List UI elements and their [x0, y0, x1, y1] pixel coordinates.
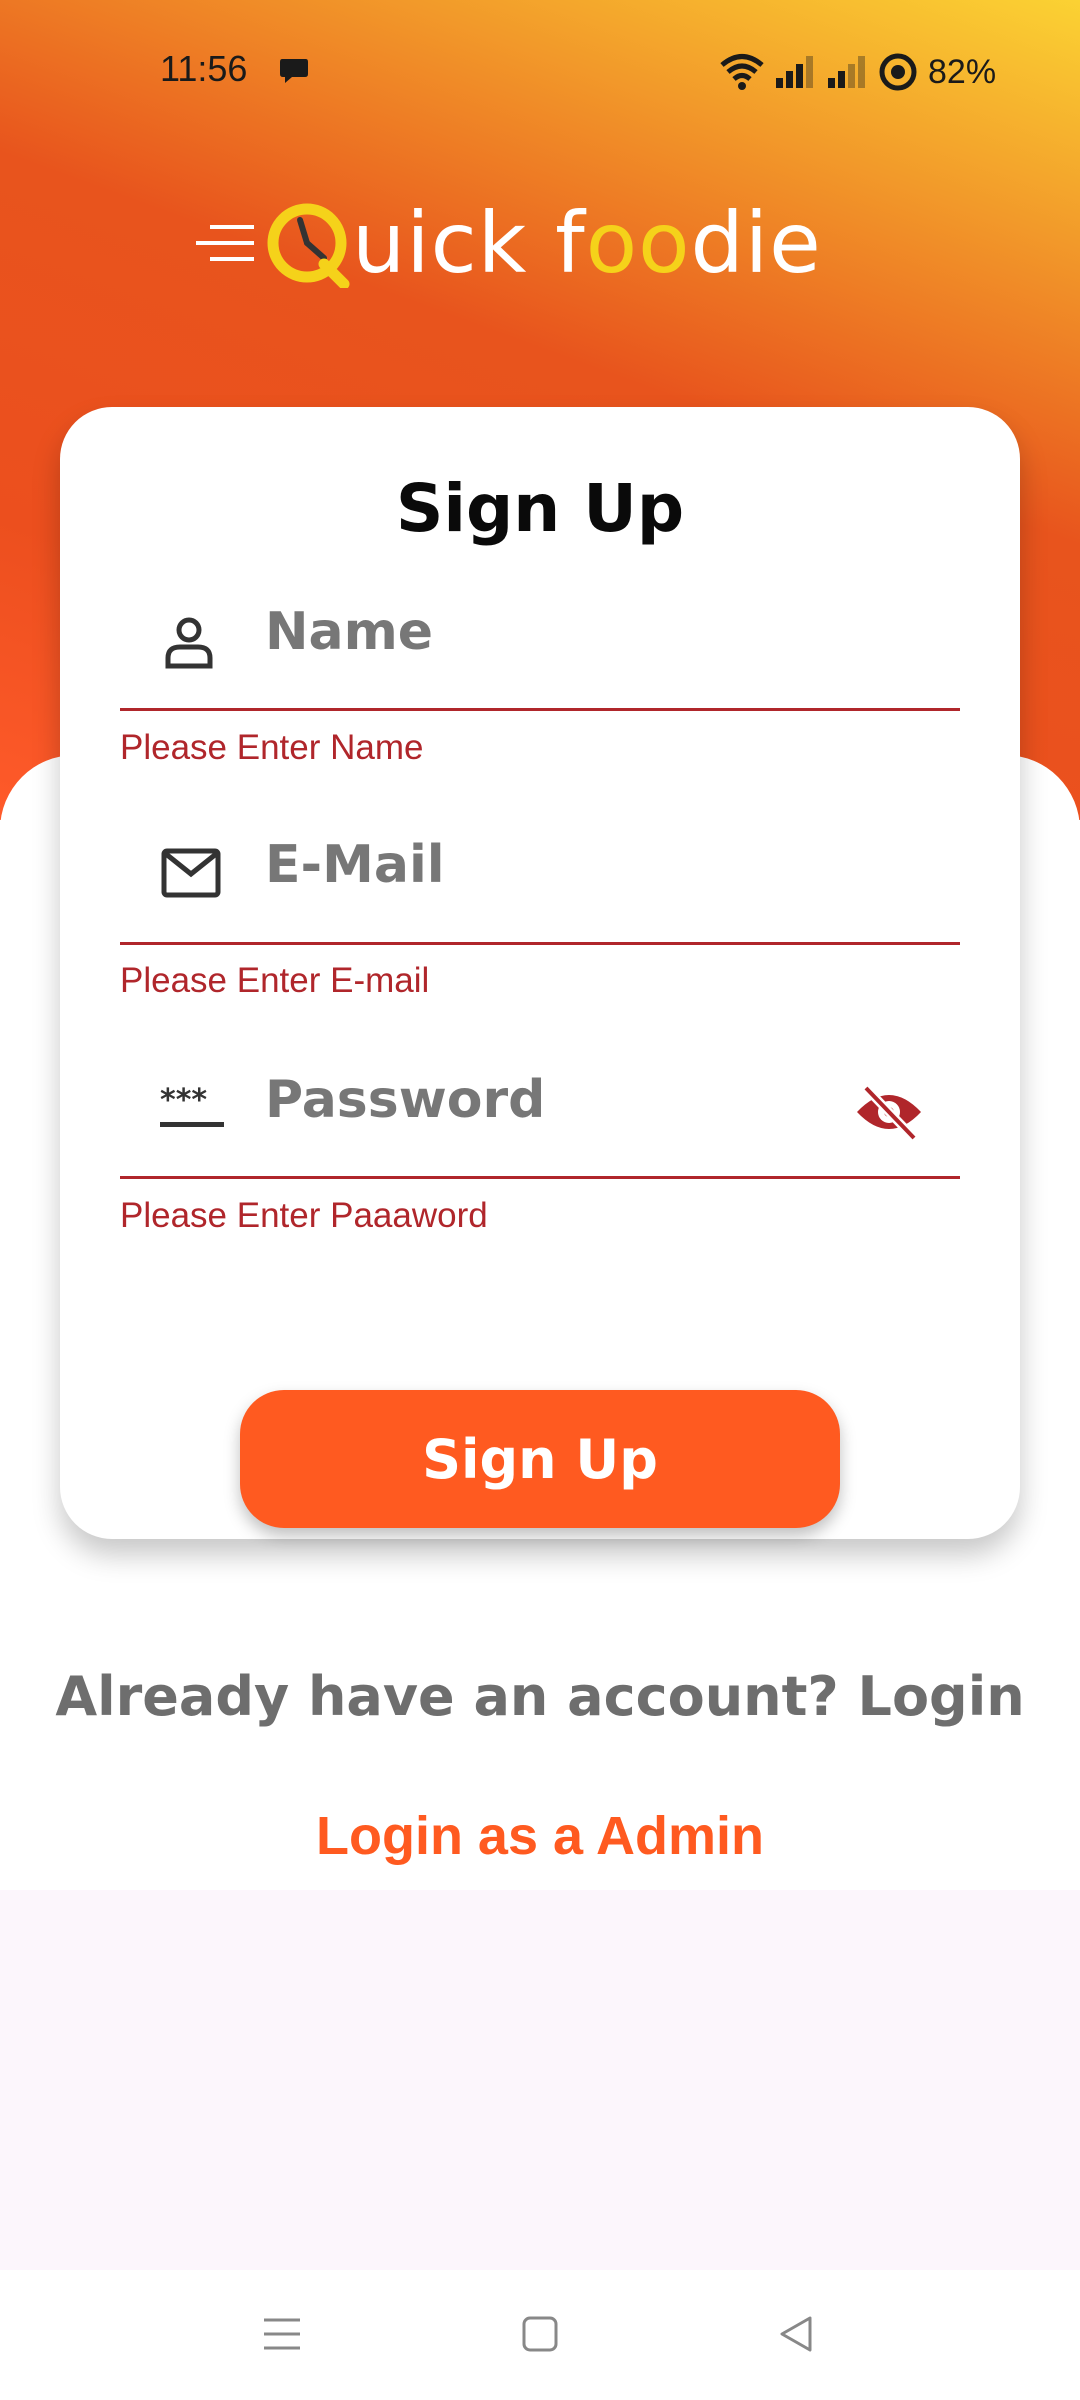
password-underline [120, 1176, 960, 1179]
page-title: Sign Up [395, 470, 685, 547]
speed-lines-icon [196, 225, 254, 261]
password-icon: *** [160, 1084, 224, 1127]
home-icon[interactable] [520, 2312, 560, 2356]
email-field[interactable]: E-Mail Please Enter E-mail [120, 823, 960, 1003]
logo-wordmark: uick foodie [352, 194, 822, 292]
signal-icon [828, 56, 865, 88]
mail-icon [161, 848, 221, 898]
back-icon[interactable] [776, 2312, 816, 2356]
login-link[interactable]: Already have an account? Login [0, 1665, 1080, 1728]
name-underline [120, 708, 960, 711]
clock: 11:56 [160, 48, 248, 89]
email-underline [120, 942, 960, 945]
menu-icon[interactable] [262, 2312, 302, 2356]
password-placeholder: Password [265, 1070, 546, 1130]
clock-q-icon [267, 203, 350, 288]
name-field[interactable]: Name Please Enter Name [120, 590, 960, 770]
eye-off-icon[interactable] [854, 1082, 924, 1142]
data-saver-icon [879, 53, 917, 91]
svg-text:***: *** [160, 1084, 207, 1118]
admin-login-link[interactable]: Login as a Admin [0, 1805, 1080, 1867]
email-placeholder: E-Mail [265, 835, 445, 895]
password-error: Please Enter Paaaword [120, 1196, 488, 1235]
status-icons: 82% [720, 50, 996, 94]
email-error: Please Enter E-mail [120, 961, 430, 1000]
chat-bubble-icon [280, 59, 308, 83]
empty-area [0, 1890, 1080, 2270]
name-error: Please Enter Name [120, 728, 424, 767]
wifi-icon [720, 54, 764, 90]
signal-icon [776, 56, 813, 88]
signup-button[interactable]: Sign Up [240, 1390, 840, 1528]
status-bar: 11:56 82% [0, 0, 1080, 140]
name-placeholder: Name [265, 602, 434, 662]
battery-level: 82% [928, 52, 997, 91]
password-field[interactable]: *** Password Please Enter Paaaword [120, 1058, 960, 1238]
app-logo: uick foodie [196, 178, 822, 308]
person-icon [165, 617, 213, 669]
